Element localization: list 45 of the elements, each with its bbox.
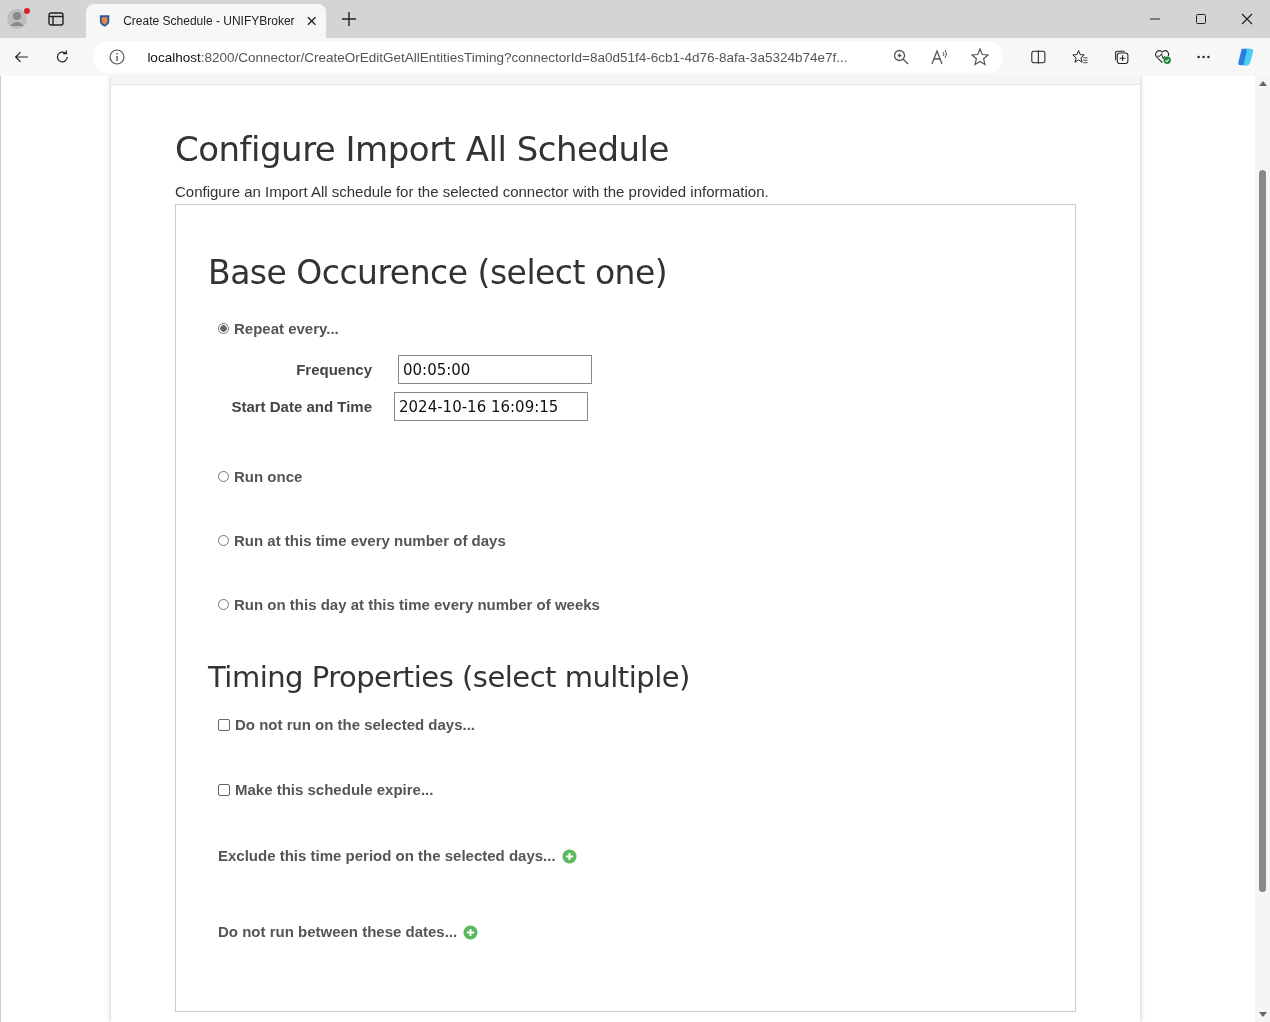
- favorites-icon[interactable]: [1072, 48, 1089, 66]
- more-icon[interactable]: [1197, 55, 1211, 59]
- option-label: Do not run between these dates...: [218, 922, 458, 940]
- page-title: Configure Import All Schedule: [175, 129, 670, 169]
- address-field[interactable]: localhost:8200/Connector/CreateOrEditGetAllEntitiesTiming?connectorId=8a0d51f4-6cb1-4d76-8afa-3a5324b74e7f...: [93, 41, 1004, 73]
- refresh-icon[interactable]: [54, 48, 70, 66]
- option-label: Do not run on the selected days...: [235, 716, 476, 733]
- info-icon[interactable]: [109, 49, 126, 65]
- browser-tab[interactable]: Create Schedule - UNIFYBroker: [86, 4, 326, 38]
- field-label: Start Date and Time: [230, 398, 372, 415]
- checkbox[interactable]: [218, 783, 230, 796]
- star-icon[interactable]: [971, 48, 990, 66]
- section-heading: Timing Properties (select multiple): [208, 660, 691, 694]
- maximize-icon[interactable]: [1195, 13, 1207, 25]
- back-icon[interactable]: [14, 49, 29, 65]
- page-description: Configure an Import All schedule for the selected connector with the provided information.: [175, 183, 770, 200]
- shield-icon: [98, 14, 112, 28]
- tab-actions-icon[interactable]: [48, 12, 64, 26]
- close-icon[interactable]: [1241, 13, 1253, 25]
- option-label: Repeat every...: [234, 320, 339, 337]
- option-label: Run once: [234, 468, 303, 485]
- zoom-icon[interactable]: [893, 49, 910, 65]
- field-label: Frequency: [295, 361, 372, 378]
- section-heading: Base Occurence (select one): [208, 253, 669, 292]
- radio-button[interactable]: [218, 599, 229, 610]
- scroll-up-icon[interactable]: [1258, 80, 1267, 86]
- option-label: Make this schedule expire...: [235, 781, 434, 798]
- health-icon[interactable]: [1155, 48, 1172, 66]
- option-label: Run at this time every number of days: [234, 532, 506, 549]
- checkbox[interactable]: [218, 718, 230, 731]
- option-label: Run on this day at this time every number of weeks: [234, 596, 600, 613]
- split-screen-icon[interactable]: [1031, 49, 1047, 65]
- scroll-down-icon[interactable]: [1258, 1012, 1267, 1018]
- collections-icon[interactable]: [1114, 48, 1130, 66]
- close-icon[interactable]: [306, 16, 316, 26]
- tab-title: Create Schedule - UNIFYBroker: [123, 14, 295, 28]
- input-field[interactable]: 00:05:00: [398, 355, 592, 384]
- read-aloud-icon[interactable]: [931, 49, 950, 65]
- radio-button[interactable]: [218, 471, 229, 482]
- option-label: Exclude this time period on the selected days...: [218, 846, 556, 864]
- profile-icon[interactable]: [6, 7, 32, 31]
- input-field[interactable]: 2024-10-16 16:09:15: [394, 392, 588, 421]
- radio-button[interactable]: [218, 535, 229, 546]
- radio-button[interactable]: [218, 323, 229, 334]
- new-tab-icon[interactable]: [342, 12, 356, 26]
